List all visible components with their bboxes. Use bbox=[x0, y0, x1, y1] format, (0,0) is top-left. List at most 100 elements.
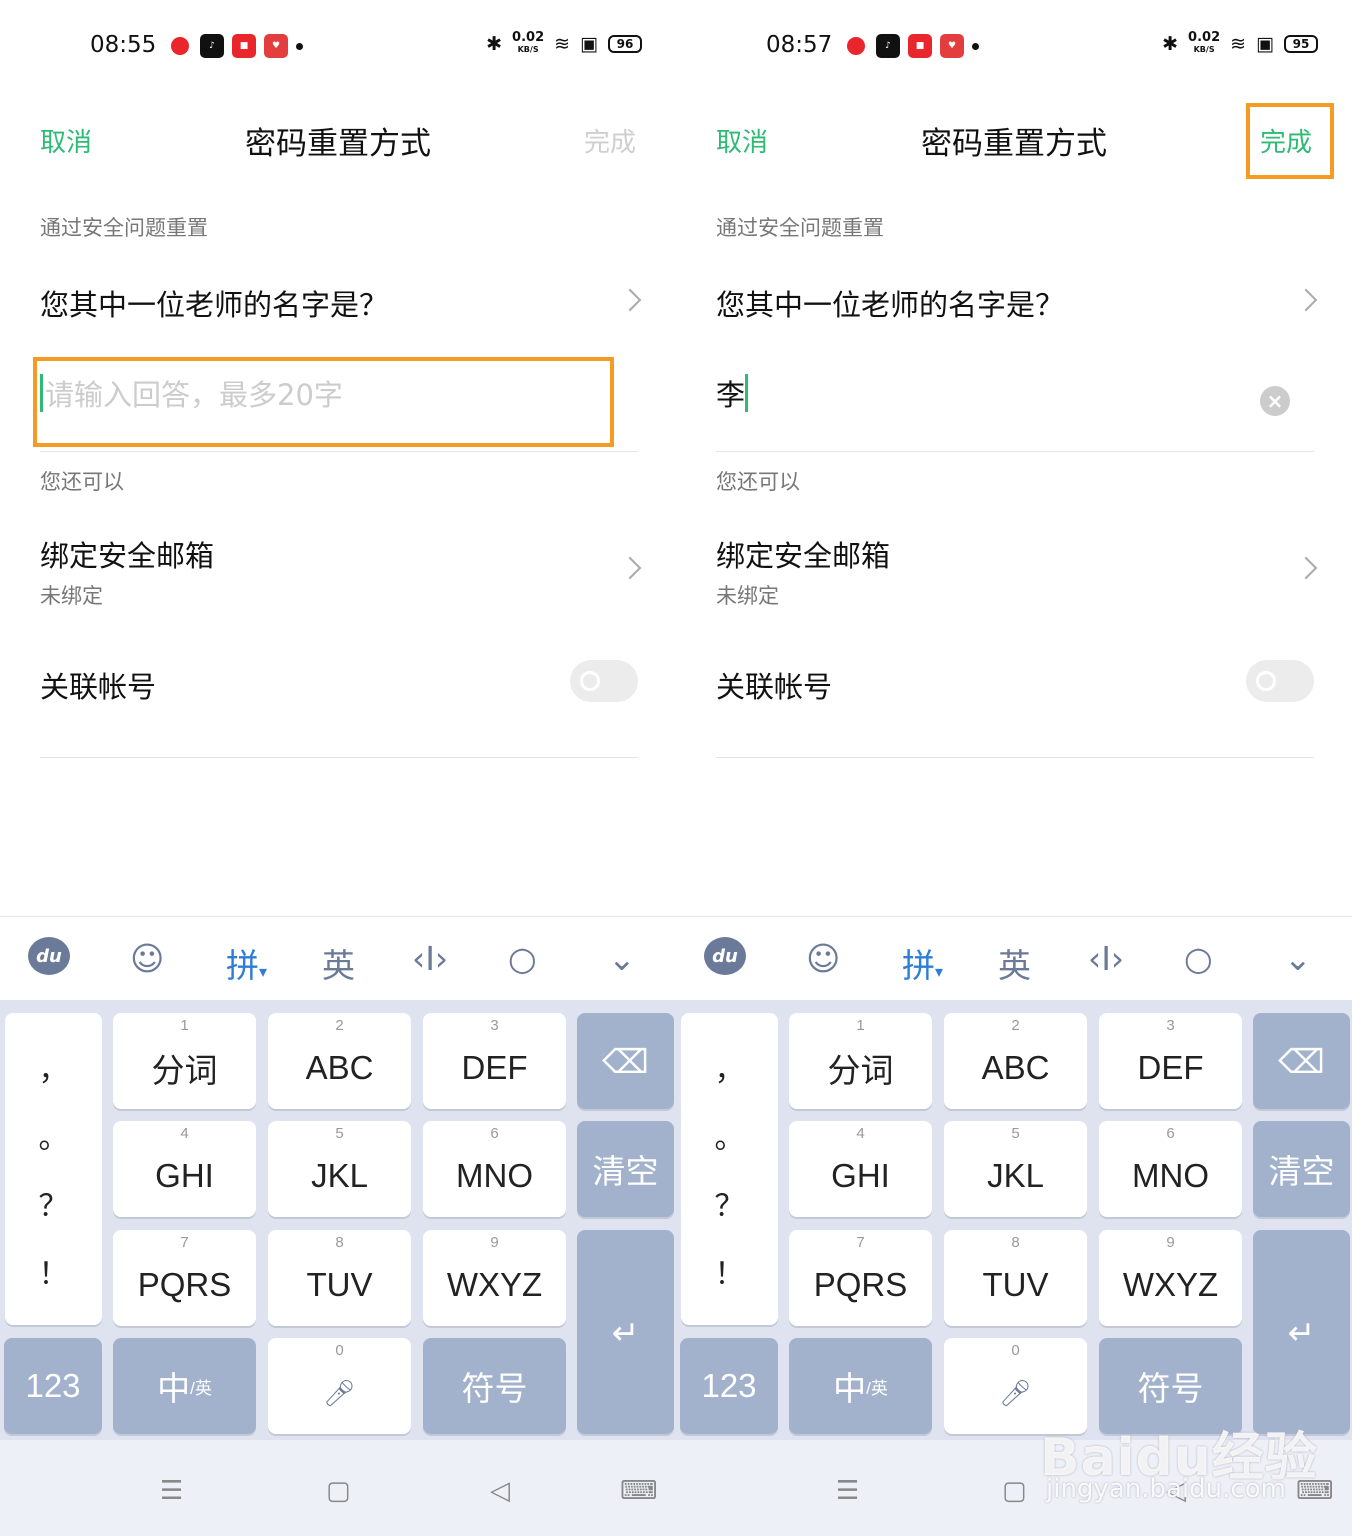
comma-key[interactable]: ， bbox=[715, 1045, 745, 1089]
more-notifications-icon bbox=[296, 42, 303, 50]
emoji-icon[interactable]: ☺ bbox=[130, 939, 164, 978]
backspace-key[interactable]: ⌫ bbox=[1253, 1013, 1350, 1109]
key-5[interactable]: 5 JKL bbox=[268, 1121, 411, 1217]
bind-email-status: 未绑定 bbox=[716, 584, 779, 608]
enter-icon: ↵ bbox=[611, 1313, 640, 1351]
divider bbox=[40, 757, 638, 758]
search-icon[interactable]: ○ bbox=[508, 939, 537, 978]
chevron-right-icon bbox=[618, 288, 642, 312]
left-screen: 08:55 ♪ ■ ♥ ✱ 0.02 KB/S ≋ ▣ 96 取消 密码重置方式 … bbox=[0, 0, 676, 1536]
linked-account-toggle[interactable] bbox=[570, 660, 638, 702]
cursor-move-icon[interactable]: ‹I› bbox=[412, 939, 448, 978]
bluetooth-icon: ✱ bbox=[1162, 33, 1179, 55]
key-3[interactable]: 3 DEF bbox=[423, 1013, 566, 1109]
hide-keyboard-icon[interactable]: ⌄ bbox=[1284, 939, 1312, 978]
wifi-icon: ≋ bbox=[554, 33, 571, 55]
exclaim-key[interactable]: ！ bbox=[715, 1249, 745, 1293]
key-6[interactable]: 6 MNO bbox=[423, 1121, 566, 1217]
pinyin-mode-button[interactable]: 拼▾ bbox=[902, 939, 943, 987]
highlight-box-input bbox=[33, 357, 614, 447]
comma-key[interactable]: ， bbox=[39, 1045, 69, 1089]
lang-switch-key[interactable]: 中/英 bbox=[113, 1338, 256, 1434]
battery-icon: 95 bbox=[1284, 35, 1318, 53]
key-2[interactable]: 2 ABC bbox=[268, 1013, 411, 1109]
bind-email-status: 未绑定 bbox=[40, 584, 103, 608]
section-label-more: 您还可以 bbox=[40, 470, 124, 494]
section-label-security: 通过安全问题重置 bbox=[716, 216, 884, 240]
chevron-right-icon bbox=[1294, 556, 1318, 580]
battery-icon: 96 bbox=[608, 35, 642, 53]
right-screen: 08:57 ♪ ■ ♥ ✱ 0.02 KB/S ≋ ▣ 95 取消 密码重置方式 … bbox=[676, 0, 1352, 1536]
gift-app-icon: ♥ bbox=[940, 34, 964, 58]
key-4[interactable]: 4 GHI bbox=[113, 1121, 256, 1217]
key-9[interactable]: 9 WXYZ bbox=[1099, 1230, 1242, 1326]
divider bbox=[40, 451, 638, 452]
question-key[interactable]: ？ bbox=[39, 1181, 69, 1225]
microphone-icon: 🎤︎ bbox=[998, 1377, 1032, 1408]
key-8[interactable]: 8 TUV bbox=[944, 1230, 1087, 1326]
key-5[interactable]: 5 JKL bbox=[944, 1121, 1087, 1217]
status-bar: 08:57 ♪ ■ ♥ ✱ 0.02 KB/S ≋ ▣ 95 bbox=[676, 28, 1352, 64]
key-3[interactable]: 3 DEF bbox=[1099, 1013, 1242, 1109]
douyin-app-icon: ♪ bbox=[876, 34, 900, 58]
enter-key[interactable]: ↵ bbox=[1253, 1230, 1350, 1434]
du-logo-icon[interactable]: du bbox=[28, 937, 70, 975]
home-icon[interactable]: ▢ bbox=[1002, 1476, 1027, 1506]
lang-switch-key[interactable]: 中/英 bbox=[789, 1338, 932, 1434]
emoji-icon[interactable]: ☺ bbox=[806, 939, 840, 978]
clear-input-icon[interactable]: × bbox=[1260, 386, 1290, 416]
key-9[interactable]: 9 WXYZ bbox=[423, 1230, 566, 1326]
space-key[interactable]: 0 🎤︎ bbox=[268, 1338, 411, 1434]
key-1[interactable]: 1 分词 bbox=[789, 1013, 932, 1109]
backspace-key[interactable]: ⌫ bbox=[577, 1013, 674, 1109]
sim-icon: ▣ bbox=[580, 33, 598, 55]
period-key[interactable]: 。 bbox=[39, 1113, 69, 1157]
exclaim-key[interactable]: ！ bbox=[39, 1249, 69, 1293]
question-key[interactable]: ？ bbox=[715, 1181, 745, 1225]
search-icon[interactable]: ○ bbox=[1184, 939, 1213, 978]
pinyin-mode-button[interactable]: 拼▾ bbox=[226, 939, 267, 987]
symbol-key[interactable]: 符号 bbox=[423, 1338, 566, 1434]
numbers-key[interactable]: 123 bbox=[680, 1338, 778, 1434]
chevron-right-icon bbox=[1294, 288, 1318, 312]
key-6[interactable]: 6 MNO bbox=[1099, 1121, 1242, 1217]
wifi-icon: ≋ bbox=[1230, 33, 1247, 55]
enter-icon: ↵ bbox=[1287, 1313, 1316, 1351]
toutiao-app-icon: ■ bbox=[232, 34, 256, 58]
keyboard-switch-icon[interactable]: ⌨ bbox=[620, 1476, 658, 1506]
english-mode-button[interactable]: 英 bbox=[998, 939, 1031, 987]
key-2[interactable]: 2 ABC bbox=[944, 1013, 1087, 1109]
punctuation-column[interactable]: ， 。 ？ ！ bbox=[5, 1013, 102, 1325]
done-button[interactable]: 完成 bbox=[584, 122, 636, 159]
menu-icon[interactable]: ☰ bbox=[836, 1476, 859, 1506]
back-icon[interactable]: ◁ bbox=[490, 1476, 510, 1506]
section-label-more: 您还可以 bbox=[716, 470, 800, 494]
security-question: 您其中一位老师的名字是？ bbox=[716, 288, 1065, 322]
du-logo-icon[interactable]: du bbox=[704, 937, 746, 975]
clear-key[interactable]: 清空 bbox=[1253, 1121, 1350, 1217]
numbers-key[interactable]: 123 bbox=[4, 1338, 102, 1434]
key-8[interactable]: 8 TUV bbox=[268, 1230, 411, 1326]
punctuation-column[interactable]: ， 。 ？ ！ bbox=[681, 1013, 778, 1325]
english-mode-button[interactable]: 英 bbox=[322, 939, 355, 987]
system-icons: ✱ 0.02 KB/S ≋ ▣ 96 bbox=[486, 31, 642, 56]
linked-account-title: 关联帐号 bbox=[40, 670, 157, 704]
key-4[interactable]: 4 GHI bbox=[789, 1121, 932, 1217]
clear-key[interactable]: 清空 bbox=[577, 1121, 674, 1217]
bluetooth-icon: ✱ bbox=[486, 33, 503, 55]
home-icon[interactable]: ▢ bbox=[326, 1476, 351, 1506]
divider bbox=[716, 451, 1314, 452]
navigation-bar: ☰ ▢ ◁ ⌨ bbox=[0, 1440, 676, 1536]
answer-input[interactable]: 李 bbox=[716, 372, 1314, 432]
hide-keyboard-icon[interactable]: ⌄ bbox=[608, 939, 636, 978]
key-1[interactable]: 1 分词 bbox=[113, 1013, 256, 1109]
linked-account-toggle[interactable] bbox=[1246, 660, 1314, 702]
key-7[interactable]: 7 PQRS bbox=[789, 1230, 932, 1326]
menu-icon[interactable]: ☰ bbox=[160, 1476, 183, 1506]
key-7[interactable]: 7 PQRS bbox=[113, 1230, 256, 1326]
system-icons: ✱ 0.02 KB/S ≋ ▣ 95 bbox=[1162, 31, 1318, 56]
keyboard-toolbar: du ☺ 拼▾ 英 ‹I› ○ ⌄ bbox=[0, 916, 676, 1000]
period-key[interactable]: 。 bbox=[715, 1113, 745, 1157]
enter-key[interactable]: ↵ bbox=[577, 1230, 674, 1434]
cursor-move-icon[interactable]: ‹I› bbox=[1088, 939, 1124, 978]
